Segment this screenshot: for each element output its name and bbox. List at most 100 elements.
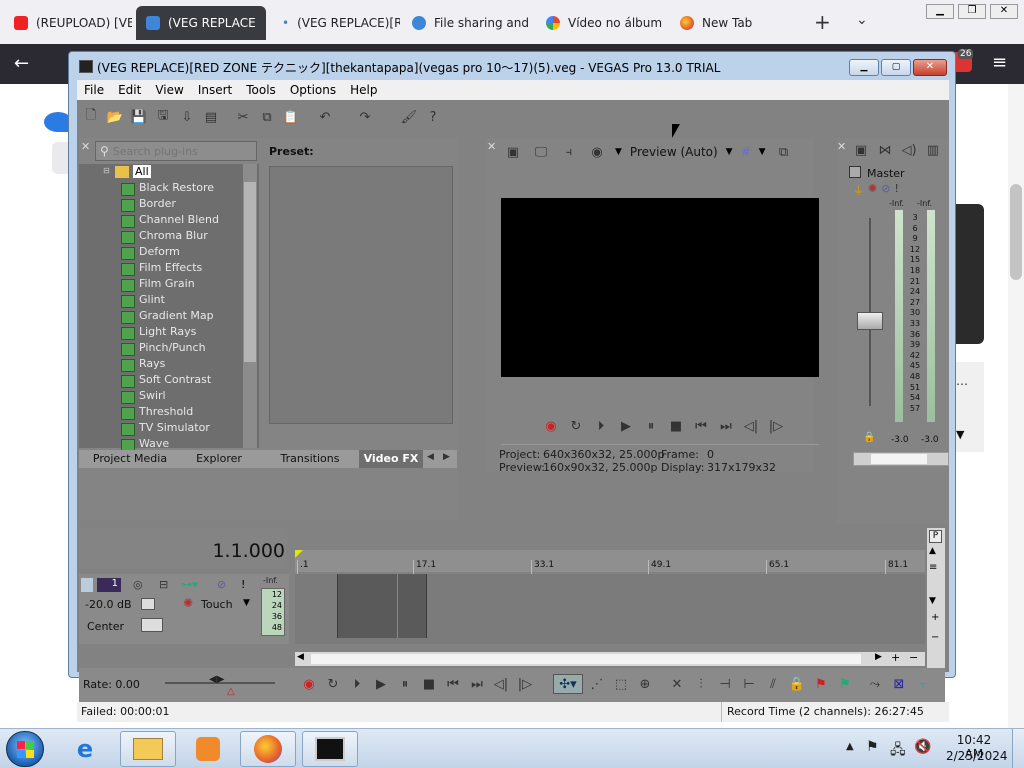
pan-slider-handle[interactable] — [141, 618, 163, 632]
page-scrollbar[interactable] — [1008, 84, 1024, 728]
redo-icon[interactable]: ↷ — [355, 107, 375, 127]
panel-close-icon[interactable]: ✕ — [487, 140, 496, 153]
show-hidden-icons[interactable]: ▲ — [846, 741, 854, 752]
loop-icon[interactable]: ↻ — [323, 674, 343, 694]
go-to-end-icon[interactable]: ⏭ — [716, 416, 736, 436]
copy-snapshot-icon[interactable]: ⧉ — [774, 142, 794, 162]
lock-events-icon[interactable]: 🔒 — [787, 674, 807, 694]
tab-project-media[interactable]: Project Media — [87, 450, 173, 468]
scroll-left-icon[interactable]: ◀ — [297, 652, 304, 662]
collapse-icon[interactable]: ⊟ — [103, 166, 110, 175]
fx-item[interactable]: Channel Blend — [79, 212, 239, 228]
zoom-in-vertical-icon[interactable]: + — [931, 612, 939, 623]
stop-icon[interactable]: ■ — [419, 674, 439, 694]
menu-insert[interactable]: Insert — [191, 83, 239, 97]
preview-properties-icon[interactable]: ▣ — [503, 142, 523, 162]
dropdown-icon[interactable]: ▼ — [243, 598, 250, 608]
tab-scroll-left-icon[interactable]: ◀ — [427, 452, 434, 462]
lock-icon[interactable]: 🔒 — [863, 432, 875, 443]
fx-item[interactable]: Gradient Map — [79, 308, 239, 324]
list-tabs-icon[interactable]: ⌄ — [856, 12, 868, 28]
automation-settings-icon[interactable]: ⊟ — [159, 578, 168, 591]
go-to-start-icon[interactable]: ⏮ — [443, 674, 463, 694]
search-input[interactable] — [112, 144, 243, 158]
video-preview-screen[interactable] — [501, 198, 819, 377]
browser-tab-5[interactable]: Vídeo no álbum — [536, 6, 664, 40]
render-icon[interactable]: ⇩ — [177, 107, 197, 127]
video-track-lane[interactable] — [295, 574, 925, 644]
menu-edit[interactable]: Edit — [111, 83, 148, 97]
minimize-icon[interactable]: ▁ — [926, 4, 954, 19]
vegas-minimize-icon[interactable]: ▁ — [849, 59, 879, 76]
page-scrollbar-thumb[interactable] — [1010, 184, 1022, 280]
previous-frame-icon[interactable]: ◁| — [741, 416, 761, 436]
track-motion-icon[interactable]: ⊶▾ — [181, 578, 198, 591]
zoom-out-icon[interactable]: − — [909, 651, 918, 664]
next-frame-icon[interactable]: |▷ — [766, 416, 786, 436]
menu-view[interactable]: View — [148, 83, 190, 97]
go-to-start-icon[interactable]: ⏮ — [691, 416, 711, 436]
solo-icon[interactable]: ! — [894, 182, 898, 198]
play-icon[interactable]: ▶ — [371, 674, 391, 694]
pause-icon[interactable]: ⏸ — [641, 416, 661, 436]
insert-marker-icon[interactable]: ⚑ — [811, 674, 831, 694]
mixing-console-icon[interactable]: ▥ — [923, 140, 943, 160]
pause-icon[interactable]: ⏸ — [395, 674, 415, 694]
split-icon[interactable]: ⫽ — [763, 674, 783, 694]
timeline-ruler[interactable]: .1 17.1 33.1 49.1 65.1 81.1 — [295, 550, 925, 582]
cut-icon[interactable]: ✂ — [233, 107, 253, 127]
scrollbar-thumb[interactable] — [311, 654, 861, 664]
volume-slider-handle[interactable] — [141, 598, 155, 610]
browser-tab-1[interactable]: (REUPLOAD) [VE — [4, 6, 132, 40]
trim-icon[interactable]: ⫶ — [691, 674, 711, 694]
fx-item[interactable]: Light Rays — [79, 324, 239, 340]
dropdown-arrow-icon[interactable]: ▼ — [956, 428, 964, 441]
menu-options[interactable]: Options — [283, 83, 343, 97]
downmix-icon[interactable]: ⋈ — [875, 140, 895, 160]
taskbar-firefox[interactable] — [240, 731, 296, 767]
menu-tools[interactable]: Tools — [239, 83, 283, 97]
delete-icon[interactable]: ✕ — [667, 674, 687, 694]
more-icon[interactable]: … — [956, 374, 968, 388]
go-to-end-icon[interactable]: ⏭ — [467, 674, 487, 694]
play-from-start-icon[interactable]: ⏵ — [347, 674, 367, 694]
fx-root-all[interactable]: All — [133, 165, 151, 178]
automation-icon[interactable]: ⏚ — [853, 182, 864, 198]
timeline-horizontal-scrollbar[interactable]: ◀ ▶ + − — [295, 651, 925, 666]
start-button[interactable] — [6, 731, 44, 767]
insert-region-icon[interactable]: ⚑ — [835, 674, 855, 694]
split-screen-icon[interactable]: ⫞ — [559, 142, 579, 162]
tab-transitions[interactable]: Transitions — [265, 450, 355, 468]
track-automation-mode[interactable]: Touch — [201, 598, 233, 611]
master-fader-handle[interactable] — [857, 312, 883, 330]
preview-quality-select[interactable]: Preview (Auto) — [630, 145, 718, 159]
fx-tree[interactable]: ⊟ All Black Restore Border Channel Blend… — [79, 164, 259, 452]
dropdown-icon[interactable]: ▼ — [615, 147, 622, 157]
open-icon[interactable]: 📂 — [105, 107, 125, 127]
tab-explorer[interactable]: Explorer — [177, 450, 261, 468]
snapping-icon[interactable]: ⊠ — [889, 674, 909, 694]
close-icon[interactable]: ✕ — [990, 4, 1018, 19]
menu-icon[interactable]: ≡ — [992, 52, 1007, 73]
fx-item[interactable]: Glint — [79, 292, 239, 308]
previous-frame-icon[interactable]: ◁| — [491, 674, 511, 694]
properties-brush-icon[interactable]: 🖌 — [399, 107, 419, 127]
tab-video-fx[interactable]: Video FX — [359, 450, 423, 468]
whats-this-icon[interactable]: ? — [423, 107, 443, 127]
trim-start-icon[interactable]: ⊣ — [715, 674, 735, 694]
track-minimize-icon[interactable] — [81, 578, 93, 592]
zoom-in-icon[interactable]: + — [891, 651, 900, 664]
dropdown-icon[interactable]: ▼ — [759, 147, 766, 157]
play-icon[interactable]: ▶ — [616, 416, 636, 436]
save-icon[interactable]: 💾 — [129, 107, 149, 127]
fx-item[interactable]: TV Simulator — [79, 420, 239, 436]
master-scrollbar-thumb[interactable] — [871, 454, 927, 464]
paste-icon[interactable]: 📋 — [281, 107, 301, 127]
copy-icon[interactable]: ⧉ — [257, 107, 277, 127]
track-solo-icon[interactable]: ! — [241, 578, 245, 591]
save-as-icon[interactable]: 🖫 — [153, 107, 173, 127]
record-icon[interactable]: ◉ — [541, 416, 561, 436]
rate-slider-handle[interactable]: ◀▶ — [209, 674, 224, 685]
envelope-tool-icon[interactable]: ⋰ — [587, 674, 607, 694]
undo-icon[interactable]: ↶ — [315, 107, 335, 127]
